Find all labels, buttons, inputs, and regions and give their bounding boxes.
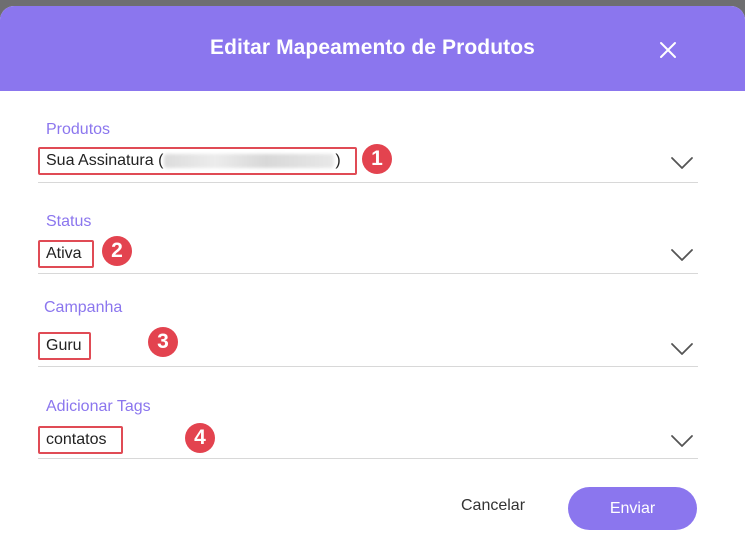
- produtos-underline: [38, 182, 698, 183]
- campanha-field: Campanha Guru: [38, 296, 698, 376]
- tags-select[interactable]: contatos: [38, 426, 123, 454]
- dialog-header: Editar Mapeamento de Produtos: [0, 6, 745, 91]
- status-field: Status Ativa: [38, 210, 698, 280]
- tags-value: contatos: [46, 431, 107, 448]
- submit-button[interactable]: Enviar: [568, 487, 697, 530]
- tags-field: Adicionar Tags contatos: [38, 395, 698, 465]
- cancel-button[interactable]: Cancelar: [448, 486, 538, 526]
- step-marker-2: 2: [102, 236, 132, 266]
- status-underline: [38, 273, 698, 274]
- close-icon[interactable]: [654, 36, 682, 64]
- status-value: Ativa: [46, 245, 82, 262]
- status-label: Status: [46, 213, 92, 230]
- step-marker-3: 3: [148, 327, 178, 357]
- produtos-label: Produtos: [46, 121, 111, 138]
- dialog-title: Editar Mapeamento de Produtos: [210, 36, 535, 59]
- produtos-value-prefix: Sua Assinatura (: [46, 152, 164, 169]
- produtos-value-suffix: ): [335, 152, 341, 169]
- campanha-underline: [38, 366, 698, 367]
- campanha-select[interactable]: Guru: [38, 332, 91, 360]
- campanha-label: Campanha: [44, 299, 123, 316]
- edit-product-mapping-dialog: Editar Mapeamento de Produtos Produtos S…: [0, 6, 745, 546]
- produtos-select[interactable]: Sua Assinatura ( ): [38, 147, 357, 175]
- tags-underline: [38, 458, 698, 459]
- redacted-value: [164, 154, 335, 168]
- step-marker-4: 4: [185, 423, 215, 453]
- step-marker-1: 1: [362, 144, 392, 174]
- chevron-down-icon[interactable]: [670, 248, 694, 262]
- tags-label: Adicionar Tags: [46, 398, 151, 415]
- chevron-down-icon[interactable]: [670, 342, 694, 356]
- campanha-value: Guru: [46, 337, 82, 354]
- status-select[interactable]: Ativa: [38, 240, 94, 268]
- chevron-down-icon[interactable]: [670, 434, 694, 448]
- chevron-down-icon[interactable]: [670, 156, 694, 170]
